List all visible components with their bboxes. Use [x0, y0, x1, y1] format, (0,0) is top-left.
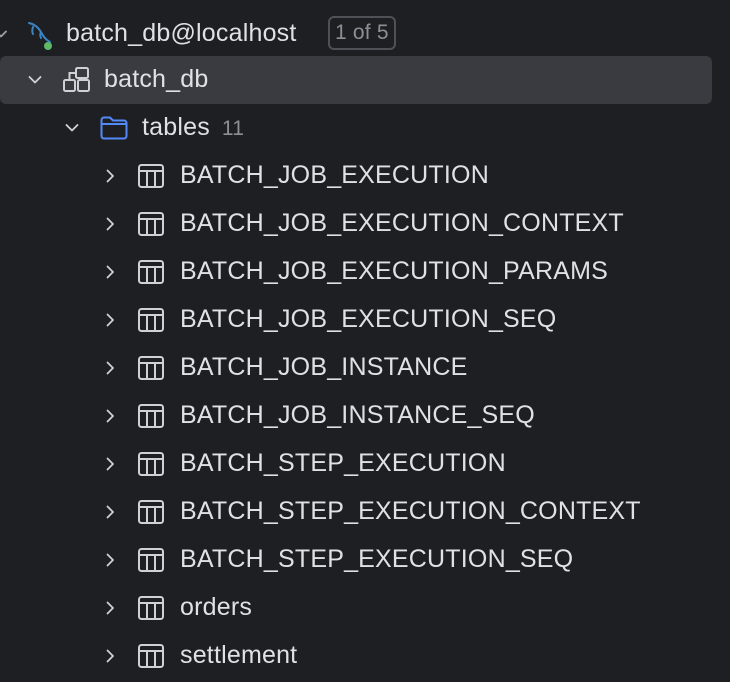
table-label: BATCH_JOB_EXECUTION_SEQ [180, 305, 557, 333]
chevron-right-icon[interactable] [101, 551, 119, 569]
table-icon [137, 163, 165, 189]
table-icon [137, 595, 165, 621]
table-icon [137, 259, 165, 285]
folder-count: 11 [221, 117, 245, 140]
table-label: BATCH_JOB_EXECUTION_CONTEXT [180, 209, 624, 237]
chevron-right-icon[interactable] [101, 407, 119, 425]
table-node[interactable]: BATCH_JOB_EXECUTION_CONTEXT [0, 200, 730, 248]
table-label: BATCH_JOB_INSTANCE [180, 353, 468, 381]
chevron-down-icon[interactable] [63, 119, 81, 137]
schema-icon [62, 66, 92, 94]
table-icon [137, 547, 165, 573]
table-label: settlement [180, 641, 298, 669]
chevron-right-icon[interactable] [101, 647, 119, 665]
table-node[interactable]: BATCH_JOB_INSTANCE [0, 344, 730, 392]
chevron-right-icon[interactable] [101, 167, 119, 185]
table-label: BATCH_STEP_EXECUTION_SEQ [180, 545, 574, 573]
table-icon [137, 307, 165, 333]
mysql-dolphin-icon [24, 18, 56, 52]
datasource-node[interactable]: batch_db@localhost 1 of 5 [0, 10, 730, 58]
chevron-right-icon[interactable] [101, 311, 119, 329]
table-node[interactable]: BATCH_STEP_EXECUTION [0, 440, 730, 488]
table-node[interactable]: BATCH_STEP_EXECUTION_SEQ [0, 536, 730, 584]
chevron-right-icon[interactable] [101, 359, 119, 377]
table-label: orders [180, 593, 253, 621]
table-icon [137, 451, 165, 477]
table-label: BATCH_JOB_INSTANCE_SEQ [180, 401, 535, 429]
folder-icon [99, 115, 129, 141]
table-icon [137, 211, 165, 237]
table-icon [137, 643, 165, 669]
table-icon [137, 403, 165, 429]
chevron-right-icon[interactable] [101, 455, 119, 473]
database-tree: batch_db@localhost 1 of 5 batch_db table… [0, 0, 730, 682]
chevron-down-icon[interactable] [26, 71, 44, 89]
table-icon [137, 355, 165, 381]
chevron-down-icon[interactable] [0, 25, 10, 43]
chevron-right-icon[interactable] [101, 599, 119, 617]
datasource-count-badge: 1 of 5 [328, 16, 396, 50]
tables-folder-node[interactable]: tables 11 [0, 104, 730, 152]
table-icon [137, 499, 165, 525]
schema-node[interactable]: batch_db [0, 56, 712, 104]
table-node[interactable]: orders [0, 584, 730, 632]
chevron-right-icon[interactable] [101, 215, 119, 233]
table-node[interactable]: BATCH_STEP_EXECUTION_CONTEXT [0, 488, 730, 536]
folder-name: tables [142, 113, 210, 141]
folder-label: tables 11 [142, 113, 244, 142]
chevron-right-icon[interactable] [101, 263, 119, 281]
table-node[interactable]: BATCH_JOB_EXECUTION [0, 152, 730, 200]
table-label: BATCH_STEP_EXECUTION_CONTEXT [180, 497, 641, 525]
table-label: BATCH_JOB_EXECUTION_PARAMS [180, 257, 608, 285]
datasource-label: batch_db@localhost [66, 19, 297, 47]
table-node[interactable]: BATCH_JOB_INSTANCE_SEQ [0, 392, 730, 440]
chevron-right-icon[interactable] [101, 503, 119, 521]
table-label: BATCH_STEP_EXECUTION [180, 449, 506, 477]
table-node[interactable]: BATCH_JOB_EXECUTION_PARAMS [0, 248, 730, 296]
schema-label: batch_db [104, 65, 209, 93]
table-node[interactable]: BATCH_JOB_EXECUTION_SEQ [0, 296, 730, 344]
table-node[interactable]: settlement [0, 632, 730, 680]
table-label: BATCH_JOB_EXECUTION [180, 161, 489, 189]
